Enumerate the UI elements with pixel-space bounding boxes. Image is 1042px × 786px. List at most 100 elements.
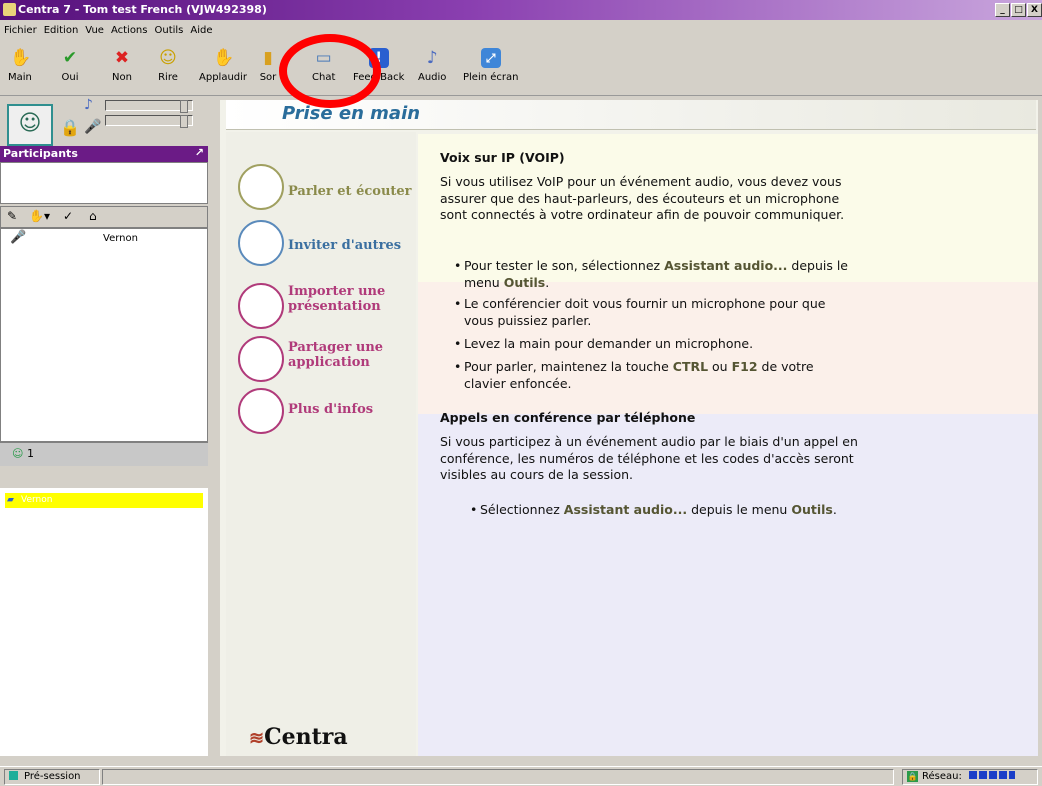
menu-aide[interactable]: Aide	[190, 25, 212, 36]
panel-splitter[interactable]	[208, 96, 220, 756]
microphone-icon: 🎤	[84, 119, 102, 135]
bullet-text: Levez la main pour demander un microphon…	[464, 336, 754, 351]
rire-label: Rire	[158, 72, 178, 83]
bullet-test-sound: • Pour tester le son, sélectionnez Assis…	[454, 258, 848, 290]
bullet-text: ou	[708, 359, 732, 374]
raise-hand-icon: ✋	[9, 48, 32, 68]
users-icon: ☺	[12, 447, 24, 460]
audio-icon: ♪	[426, 48, 438, 68]
menu-bar: Fichier Edition Vue Actions Outils Aide	[0, 20, 1042, 40]
bold-text: Assistant audio...	[563, 502, 688, 517]
oui-button[interactable]: ✔ Oui	[60, 48, 80, 83]
hand-column-icon[interactable]: ✋▾	[29, 209, 50, 223]
bullet-phone-audio: • Sélectionnez Assistant audio... depuis…	[470, 502, 837, 517]
network-label: Réseau:	[922, 771, 962, 782]
network-status: 🔒 Réseau:	[902, 769, 1038, 785]
network-strength-meter	[969, 771, 1016, 779]
menu-outils[interactable]: Outils	[154, 25, 183, 36]
bullet-text: Le conférencier doit vous fournir un mic…	[464, 296, 826, 328]
folder-icon: ▰	[7, 495, 14, 505]
presenter-video-button[interactable]: ☺	[7, 104, 53, 146]
bold-text: F12	[731, 359, 758, 374]
check-column-icon[interactable]: ✓	[63, 209, 73, 223]
applaudir-label: Applaudir	[199, 72, 248, 83]
participants-info-box	[0, 162, 208, 204]
nav-inviter[interactable]: Inviter d'autres	[238, 220, 416, 270]
nav-plus-infos[interactable]: Plus d'infos	[238, 388, 416, 438]
plein-ecran-label: Plein écran	[463, 72, 519, 83]
nav-parler-ecouter[interactable]: Parler et écouter	[238, 164, 416, 214]
oui-label: Oui	[61, 72, 79, 83]
participant-name[interactable]: Vernon	[103, 233, 138, 244]
vertical-scrollbar[interactable]	[1038, 96, 1042, 756]
participants-column-header: ✎ ✋▾ ✓ ⌂	[0, 206, 208, 228]
person-icon: ☺	[18, 111, 42, 136]
window-title: Centra 7 - Tom test French (VJW492398)	[18, 3, 267, 16]
nav-label: Inviter d'autres	[288, 238, 402, 253]
info-circle-icon	[238, 388, 284, 434]
bullet-text: .	[545, 274, 550, 290]
status-indicator-icon	[9, 771, 18, 780]
close-button[interactable]: X	[1027, 3, 1042, 17]
participant-count-bar: ☺ 1	[0, 442, 208, 466]
microphone-icon: 🎤	[10, 230, 27, 245]
applause-icon: ✋	[213, 48, 235, 68]
selected-participant-row[interactable]: ▰ Vernon	[5, 493, 203, 508]
participant-count: 1	[27, 447, 34, 460]
minimize-button[interactable]: _	[995, 3, 1010, 17]
session-state: Pré-session	[4, 769, 100, 785]
participants-list	[0, 228, 208, 442]
speaker-volume-slider[interactable]	[105, 100, 193, 113]
exit-icon: ▮	[263, 48, 273, 68]
sortir-button[interactable]: ▮ Sor	[258, 48, 278, 83]
audio-button[interactable]: ♪ Audio	[418, 48, 446, 83]
menu-fichier[interactable]: Fichier	[4, 25, 37, 36]
phone-intro: Si vous participez à un événement audio …	[440, 434, 858, 482]
bullet-raise-hand: • Levez la main pour demander un micropho…	[454, 336, 754, 351]
plein-ecran-button[interactable]: ⤢ Plein écran	[463, 48, 518, 83]
non-button[interactable]: ✖ Non	[112, 48, 132, 83]
audio-label: Audio	[418, 72, 447, 83]
bullet-text: .	[832, 502, 837, 517]
bold-text: Outils	[503, 274, 546, 290]
panel-title: Prise en main	[282, 103, 421, 124]
participant-detail-list	[0, 488, 208, 756]
bullet-text: Pour tester le son, sélectionnez	[464, 258, 665, 273]
mic-volume-slider[interactable]	[105, 115, 193, 128]
logo-text: Centra	[264, 724, 348, 750]
nav-importer[interactable]: Importer une présentation	[238, 280, 398, 330]
bold-text: Assistant audio...	[664, 258, 788, 273]
name-column-icon[interactable]: ⌂	[89, 209, 97, 223]
maximize-button[interactable]: □	[1011, 3, 1026, 17]
lock-icon: 🔒	[907, 771, 918, 782]
menu-edition[interactable]: Edition	[44, 25, 79, 36]
main-button[interactable]: ✋ Main	[8, 48, 32, 83]
nav-label: Plus d'infos	[288, 402, 374, 417]
toolbar: ✋ Main ✔ Oui ✖ Non ☺ Rire ✋ Applaudir ▮ …	[0, 40, 1042, 96]
bold-text: CTRL	[672, 359, 709, 374]
bullet-talk-key: • Pour parler, maintenez la touche CTRL …	[454, 359, 814, 391]
speaker-icon: ♪	[84, 97, 93, 113]
menu-vue[interactable]: Vue	[85, 25, 104, 36]
title-bar: Centra 7 - Tom test French (VJW492398) _…	[0, 0, 1042, 20]
centra-app-icon	[3, 3, 16, 16]
non-label: Non	[112, 72, 132, 83]
main-label: Main	[8, 72, 32, 83]
rire-button[interactable]: ☺ Rire	[158, 48, 178, 83]
bold-text: Outils	[791, 502, 833, 517]
x-icon: ✖	[114, 48, 130, 68]
checkmark-icon: ✔	[62, 48, 78, 68]
centra-logo: ≋Centra	[249, 724, 348, 750]
fullscreen-icon: ⤢	[480, 48, 501, 68]
share-app-circle-icon	[238, 336, 284, 382]
expand-icon[interactable]: ↗	[195, 146, 204, 159]
nav-partager[interactable]: Partager une application	[238, 336, 398, 386]
lock-icon: 🔒	[60, 118, 80, 137]
sortir-label: Sor	[259, 72, 277, 83]
pen-column-icon[interactable]: ✎	[7, 209, 17, 223]
status-message-area	[102, 769, 894, 785]
applaudir-button[interactable]: ✋ Applaudir	[199, 48, 247, 83]
menu-actions[interactable]: Actions	[111, 25, 148, 36]
nav-label: Partager une application	[288, 340, 384, 370]
highlight-circle	[279, 34, 381, 108]
